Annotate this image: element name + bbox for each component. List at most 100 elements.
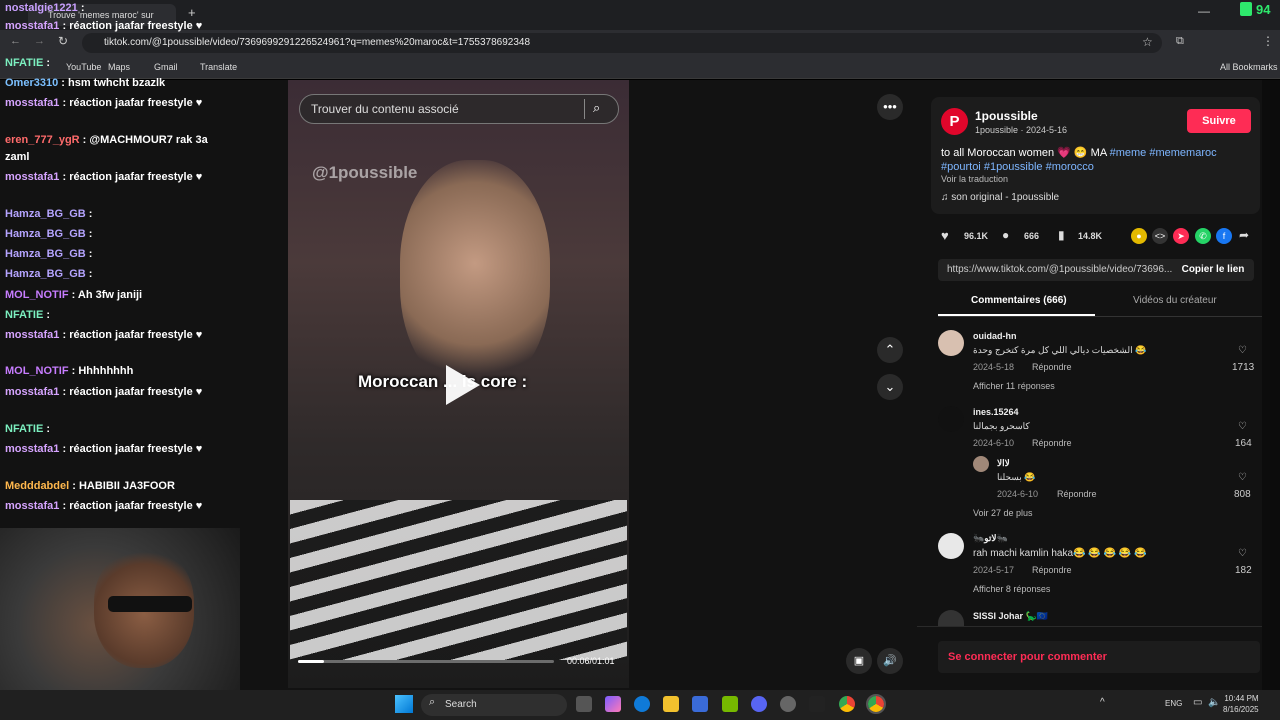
chat-username[interactable]: Hamza_BG_GB <box>5 228 86 240</box>
like-icon[interactable]: ♥ <box>941 228 949 243</box>
comment-like-count: 1713 <box>1232 362 1255 373</box>
minimize-icon[interactable]: — <box>1198 4 1210 18</box>
chat-username[interactable]: NFATIE <box>5 57 43 69</box>
chat-username[interactable]: mosstafa1 <box>5 97 59 109</box>
related-search-input[interactable]: Trouver du contenu associé <box>299 94 619 124</box>
taskbar-search[interactable]: Search <box>421 694 567 716</box>
pip-icon[interactable]: ▣ <box>846 648 872 674</box>
chrome-icon[interactable] <box>839 696 855 712</box>
send-icon[interactable]: ➤ <box>1173 228 1189 244</box>
tab-comments[interactable]: Commentaires (666) <box>971 295 1067 306</box>
chat-username[interactable]: Hamza_BG_GB <box>5 268 86 280</box>
network-icon[interactable]: ▭ <box>1193 697 1202 708</box>
reply-link[interactable]: Répondre <box>1057 489 1097 499</box>
chat-username[interactable]: NFATIE <box>5 309 43 321</box>
extensions-icon[interactable]: ⧉ <box>1176 35 1184 48</box>
comment-author[interactable]: ouidad-hn <box>973 331 1017 341</box>
chat-username[interactable]: Medddabdel <box>5 480 69 492</box>
hashtag[interactable]: #pourtoi <box>941 161 981 173</box>
show-replies-link[interactable]: Afficher 8 réponses <box>973 584 1050 594</box>
chat-text: : hsm twhcht bzazlk <box>61 77 166 89</box>
hashtag[interactable]: #meme <box>1110 147 1147 159</box>
menu-icon[interactable]: ⋮ <box>1262 34 1274 48</box>
edge-icon[interactable] <box>634 696 650 712</box>
more-options-icon[interactable]: ••• <box>877 94 903 120</box>
language-indicator[interactable]: ENG <box>1165 699 1182 708</box>
next-video-icon[interactable]: ⌄ <box>877 374 903 400</box>
chrome-active-icon[interactable] <box>866 694 886 714</box>
chat-username[interactable]: eren_777_ygR <box>5 134 80 146</box>
copilot-icon[interactable] <box>605 696 621 712</box>
creator-name[interactable]: 1poussible <box>975 109 1038 123</box>
file-explorer-icon[interactable] <box>663 696 679 712</box>
nvidia-icon[interactable] <box>722 696 738 712</box>
star-icon[interactable]: ☆ <box>1142 35 1153 49</box>
avatar[interactable] <box>973 456 989 472</box>
embed-icon[interactable]: <> <box>1152 228 1168 244</box>
app-icon[interactable] <box>809 696 825 712</box>
comment-icon[interactable]: ● <box>1002 228 1009 242</box>
comment-author[interactable]: 🐜لاتو🐜 <box>973 533 1008 544</box>
chat-username[interactable]: MOL_NOTIF <box>5 365 69 377</box>
hashtag[interactable]: #mememaroc <box>1149 147 1216 159</box>
chat-username[interactable]: Omer3310 <box>5 77 58 89</box>
bookmark-icon[interactable]: ▮ <box>1058 228 1065 242</box>
chat-username[interactable]: Hamza_BG_GB <box>5 208 86 220</box>
video-frame-face <box>400 160 550 390</box>
taskbar-clock[interactable]: 10:44 PM 8/16/2025 <box>1223 693 1259 715</box>
avatar[interactable] <box>938 406 964 432</box>
task-view-icon[interactable] <box>576 696 592 712</box>
reply-link[interactable]: Répondre <box>1032 565 1072 575</box>
login-to-comment[interactable]: Se connecter pour commenter <box>938 641 1260 673</box>
chat-username[interactable]: NFATIE <box>5 423 43 435</box>
show-more-replies-link[interactable]: Voir 27 de plus <box>973 508 1033 518</box>
chat-username[interactable]: mosstafa1 <box>5 443 59 455</box>
reply-link[interactable]: Répondre <box>1032 362 1072 372</box>
avatar[interactable] <box>938 330 964 356</box>
chat-username[interactable]: mosstafa1 <box>5 500 59 512</box>
hashtag[interactable]: #morocco <box>1046 161 1094 173</box>
follow-button[interactable]: Suivre <box>1187 109 1251 133</box>
start-icon[interactable] <box>395 695 413 713</box>
previous-video-icon[interactable]: ⌃ <box>877 337 903 363</box>
comment-author[interactable]: SISSI Johar 🦕🇪🇺 <box>973 611 1048 622</box>
reply-link[interactable]: Répondre <box>1032 438 1072 448</box>
chat-username[interactable]: Hamza_BG_GB <box>5 248 86 260</box>
heart-icon[interactable]: ♡ <box>1238 472 1247 483</box>
comment-author[interactable]: ines.15264 <box>973 407 1019 417</box>
show-replies-link[interactable]: Afficher 11 réponses <box>973 381 1055 391</box>
heart-icon[interactable]: ♡ <box>1238 421 1247 432</box>
whatsapp-icon[interactable]: ✆ <box>1195 228 1211 244</box>
see-translation-link[interactable]: Voir la traduction <box>941 174 1008 184</box>
creator-avatar[interactable]: P <box>941 108 968 135</box>
discord-icon[interactable] <box>751 696 767 712</box>
chat-username[interactable]: mosstafa1 <box>5 329 59 341</box>
chat-username[interactable]: mosstafa1 <box>5 171 59 183</box>
heart-icon[interactable]: ♡ <box>1238 548 1247 559</box>
heart-icon[interactable]: ♡ <box>1238 345 1247 356</box>
chat-username[interactable]: nostalgie1221 <box>5 2 78 14</box>
chat-username[interactable]: mosstafa1 <box>5 386 59 398</box>
chat-username[interactable]: MOL_NOTIF <box>5 289 69 301</box>
facebook-icon[interactable]: f <box>1216 228 1232 244</box>
hashtag[interactable]: #1poussible <box>984 161 1043 173</box>
page-scrollbar[interactable] <box>1262 80 1280 690</box>
obs-icon[interactable] <box>780 696 796 712</box>
chat-username[interactable]: mosstafa1 <box>5 20 59 32</box>
coin-icon[interactable]: ● <box>1131 228 1147 244</box>
tab-creator-videos[interactable]: Vidéos du créateur <box>1133 295 1217 306</box>
search-icon[interactable]: ⌕ <box>593 100 600 116</box>
volume-tray-icon[interactable]: 🔈 <box>1208 697 1220 708</box>
volume-icon[interactable]: 🔊 <box>877 648 903 674</box>
copy-link-button[interactable]: Copier le lien <box>1172 259 1254 281</box>
comment-author[interactable]: لاالا <box>997 458 1010 469</box>
play-icon[interactable] <box>446 365 480 405</box>
avatar[interactable] <box>938 533 964 559</box>
sound-link[interactable]: ♫ son original - 1poussible <box>941 192 1059 203</box>
video-progress-track[interactable] <box>298 660 554 663</box>
all-bookmarks[interactable]: All Bookmarks <box>1220 62 1278 72</box>
store-icon[interactable] <box>692 696 708 712</box>
tray-chevron-icon[interactable]: ^ <box>1100 697 1105 708</box>
sound-name: son original - 1poussible <box>951 192 1060 203</box>
share-icon[interactable]: ➦ <box>1239 228 1249 242</box>
